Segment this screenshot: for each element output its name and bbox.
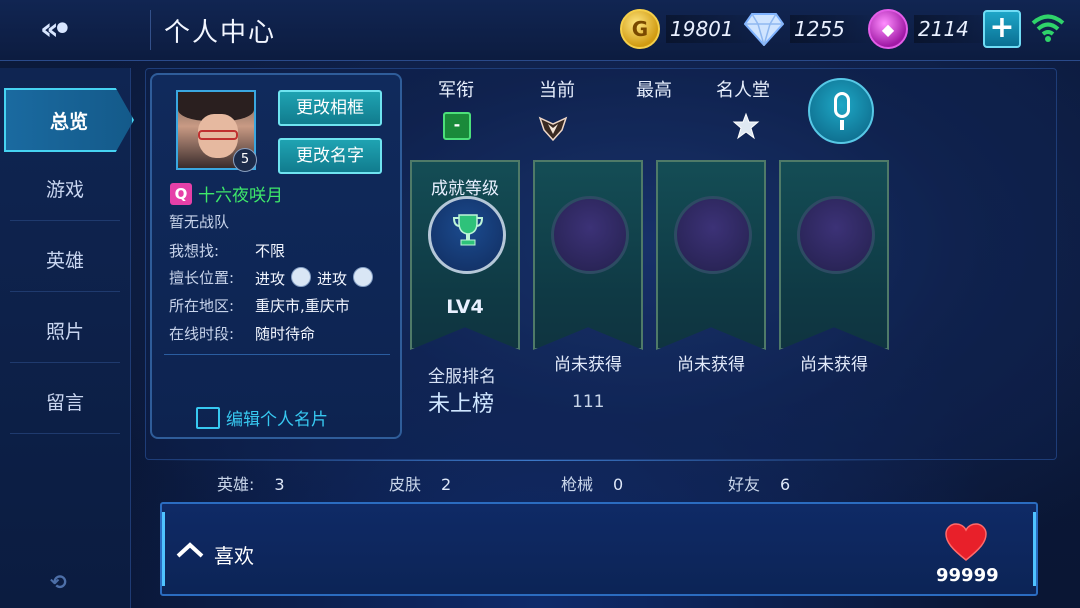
current-rank-icon bbox=[538, 112, 568, 142]
position-label: 擅长位置: bbox=[169, 269, 235, 287]
back-arrow-icon[interactable]: ‹‹• bbox=[40, 12, 90, 48]
gold-currency: G 19801 bbox=[620, 9, 764, 49]
gem-currency: ◆ 2114 bbox=[868, 9, 999, 49]
change-frame-button[interactable]: 更改相框 bbox=[278, 90, 382, 126]
change-name-button[interactable]: 更改名字 bbox=[278, 138, 382, 174]
rank-title-header: 军衔 bbox=[438, 80, 474, 101]
team-status: 暂无战队 bbox=[169, 213, 230, 231]
region-row: 所在地区: 重庆市,重庆市 bbox=[169, 295, 350, 316]
microphone-icon bbox=[834, 92, 850, 118]
card-divider bbox=[164, 354, 390, 355]
female-gender-icon: Q bbox=[170, 182, 192, 205]
divider bbox=[150, 10, 151, 50]
stat-heroes: 英雄: 3 bbox=[217, 471, 285, 495]
ammo-icon bbox=[291, 267, 312, 287]
military-rank-badge-icon: - bbox=[443, 112, 471, 140]
voice-mic-button[interactable] bbox=[808, 78, 874, 144]
diamond-amount: 1255 bbox=[790, 15, 875, 43]
stat-heroes-label: 英雄: bbox=[217, 475, 255, 494]
not-obtained-label: 尚未获得 bbox=[800, 355, 868, 375]
rank-highest-header: 最高 bbox=[636, 80, 672, 101]
stat-skins-value: 2 bbox=[441, 475, 452, 494]
online-row: 在线时段: 随时待命 bbox=[169, 323, 315, 344]
locked-medal-icon bbox=[551, 196, 629, 274]
region-value: 重庆市,重庆市 bbox=[255, 297, 350, 315]
page-title: 个人中心 bbox=[164, 18, 277, 48]
locked-banner[interactable] bbox=[779, 160, 889, 350]
locked-banner[interactable] bbox=[533, 160, 643, 350]
player-name: 十六夜咲月 bbox=[198, 186, 283, 206]
trophy-icon bbox=[453, 214, 483, 246]
position-1: 进攻 bbox=[255, 270, 286, 288]
hall-of-fame-header: 名人堂 bbox=[716, 80, 770, 101]
sidebar-item-photos[interactable]: 照片 bbox=[10, 302, 120, 363]
locked-medal-icon bbox=[797, 196, 875, 274]
edit-card-link[interactable]: 编辑个人名片 bbox=[196, 405, 328, 430]
region-label: 所在地区: bbox=[169, 297, 235, 315]
position-row: 擅长位置: 进攻 进攻 bbox=[169, 267, 374, 288]
edit-pencil-icon bbox=[196, 406, 220, 429]
sidebar-item-messages[interactable]: 留言 bbox=[10, 373, 120, 434]
diamond-icon bbox=[744, 12, 784, 46]
likes-bar[interactable] bbox=[160, 502, 1038, 596]
stat-friends-label: 好友 bbox=[728, 475, 761, 494]
likes-count: 99999 bbox=[936, 565, 999, 586]
diamond-currency: 1255 bbox=[744, 12, 875, 46]
looking-for-label: 我想找: bbox=[169, 242, 220, 260]
heart-icon[interactable] bbox=[944, 522, 988, 562]
looking-for-row: 我想找: 不限 bbox=[169, 240, 285, 261]
edit-card-label: 编辑个人名片 bbox=[226, 410, 328, 430]
stat-friends: 好友 6 bbox=[728, 471, 790, 495]
online-label: 在线时段: bbox=[169, 325, 235, 343]
achievement-medal bbox=[428, 196, 506, 274]
not-obtained-label: 尚未获得 bbox=[554, 355, 622, 375]
add-currency-button[interactable]: + bbox=[983, 10, 1021, 48]
player-level-badge: 5 bbox=[233, 148, 257, 172]
stat-guns-value: 0 bbox=[613, 475, 624, 494]
sidebar-item-games[interactable]: 游戏 bbox=[10, 160, 120, 221]
sidebar-item-heroes[interactable]: 英雄 bbox=[10, 231, 120, 292]
gem-icon: ◆ bbox=[868, 9, 908, 49]
stat-skins: 皮肤 2 bbox=[389, 471, 451, 495]
looking-for-value: 不限 bbox=[255, 242, 286, 260]
stat-guns-label: 枪械 bbox=[561, 475, 594, 494]
sidebar-item-overview[interactable]: 总览 bbox=[4, 88, 134, 152]
locked-medal-icon bbox=[674, 196, 752, 274]
top-bar: ‹‹• 个人中心 G 19801 1255 ◆ 2114 + bbox=[0, 0, 1080, 61]
locked-banner[interactable] bbox=[656, 160, 766, 350]
stat-skins-label: 皮肤 bbox=[389, 475, 422, 494]
stat-friends-value: 6 bbox=[780, 475, 791, 494]
player-name-row: Q 十六夜咲月 bbox=[170, 181, 283, 206]
not-obtained-label: 尚未获得 bbox=[677, 355, 745, 375]
stat-heroes-value: 3 bbox=[274, 475, 285, 494]
likes-label: 喜欢 bbox=[214, 544, 254, 568]
stat-guns: 枪械 0 bbox=[561, 471, 623, 495]
position-values: 进攻 进攻 bbox=[255, 267, 379, 289]
wifi-icon bbox=[1030, 12, 1066, 42]
hall-of-fame-icon bbox=[731, 112, 761, 142]
achievement-banner[interactable]: 成就等级 LV4 bbox=[410, 160, 520, 350]
server-rank-number: 111 bbox=[572, 392, 605, 412]
chevron-up-icon[interactable] bbox=[175, 541, 205, 559]
server-rank-value: 未上榜 bbox=[428, 392, 495, 417]
position-2: 进攻 bbox=[317, 270, 348, 288]
server-rank-label: 全服排名 bbox=[428, 367, 496, 387]
ammo-icon bbox=[353, 267, 374, 287]
online-value: 随时待命 bbox=[255, 325, 316, 343]
gold-coin-icon: G bbox=[620, 9, 660, 49]
stats-divider bbox=[150, 460, 910, 461]
rank-current-header: 当前 bbox=[539, 80, 575, 101]
achievement-level: LV4 bbox=[446, 296, 484, 318]
logo-icon: ⟲ bbox=[50, 570, 67, 594]
